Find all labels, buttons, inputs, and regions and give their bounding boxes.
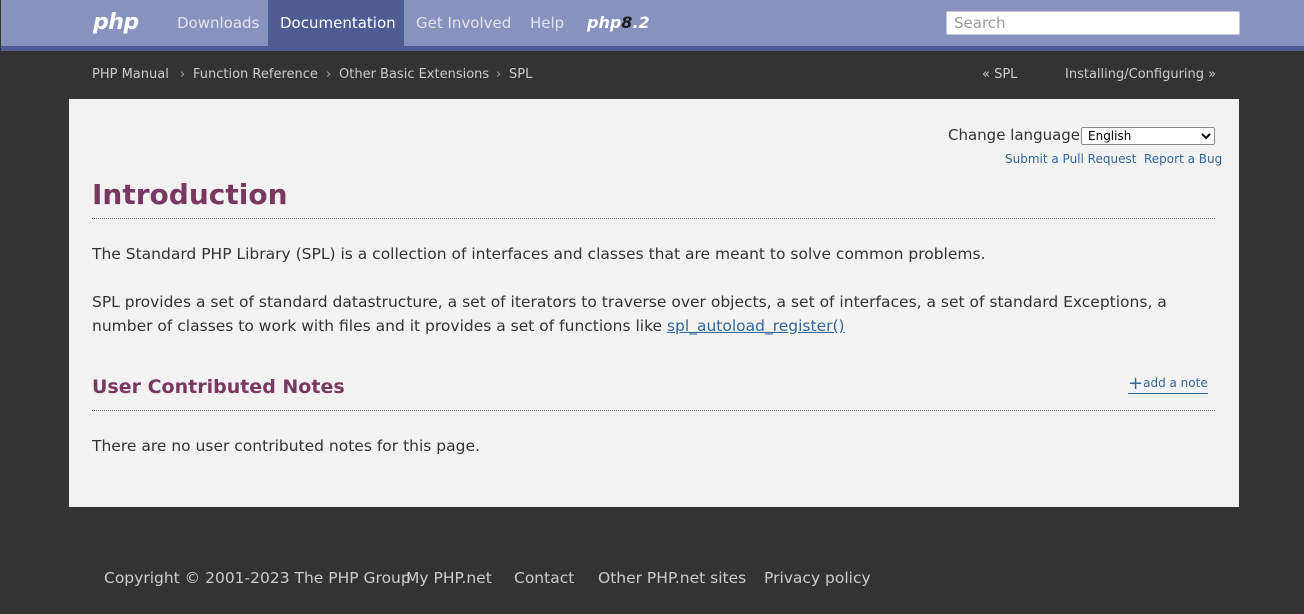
top-navbar: php Downloads Documentation Get Involved… (1, 0, 1304, 51)
search-input[interactable] (946, 11, 1240, 35)
report-bug-link[interactable]: Report a Bug (1144, 151, 1222, 167)
footer-privacy-policy[interactable]: Privacy policy (764, 568, 871, 588)
nav-get-involved[interactable]: Get Involved (404, 0, 523, 46)
php-logo[interactable]: php (93, 8, 139, 38)
breadcrumb-function-reference[interactable]: Function Reference (193, 66, 318, 83)
php-badge-mark: 8 (621, 13, 633, 32)
user-notes-heading: User Contributed Notes (92, 376, 345, 398)
breadcrumb-php-manual[interactable]: PHP Manual (92, 66, 169, 83)
php-badge-text: php (587, 13, 622, 32)
breadcrumb-separator: › (496, 67, 502, 82)
nav-downloads[interactable]: Downloads (165, 0, 271, 46)
prev-page-link[interactable]: « SPL (982, 66, 1017, 83)
breadcrumb-spl[interactable]: SPL (509, 66, 532, 83)
spl-autoload-register-link[interactable]: spl_autoload_register() (667, 317, 845, 335)
footer-other-sites[interactable]: Other PHP.net sites (598, 568, 746, 588)
page-title: Introduction (92, 178, 288, 211)
add-note-label: add a note (1143, 376, 1208, 390)
notes-divider (92, 410, 1215, 411)
spl-description-paragraph: SPL provides a set of standard datastruc… (92, 290, 1202, 338)
intro-paragraph: The Standard PHP Library (SPL) is a coll… (92, 245, 986, 263)
breadcrumb-other-basic-extensions[interactable]: Other Basic Extensions (339, 66, 489, 83)
php-8-2-release-link[interactable]: php8.2 (587, 12, 650, 34)
add-note-link[interactable]: +add a note (1128, 374, 1208, 394)
php-badge-version: .2 (632, 13, 650, 32)
footer-my-phpnet[interactable]: My PHP.net (406, 568, 492, 588)
spl-description-text: SPL provides a set of standard datastruc… (92, 293, 1167, 335)
title-divider (92, 218, 1215, 219)
change-language-label: Change language: (948, 126, 1086, 144)
no-notes-message: There are no user contributed notes for … (92, 437, 480, 455)
breadcrumb-separator: › (326, 67, 332, 82)
submit-pull-request-link[interactable]: Submit a Pull Request (1005, 151, 1136, 167)
footer-contact[interactable]: Contact (514, 568, 574, 588)
nav-help[interactable]: Help (518, 0, 576, 46)
breadcrumb-separator: › (180, 67, 186, 82)
language-select[interactable]: English (1081, 127, 1215, 145)
nav-documentation[interactable]: Documentation (268, 0, 404, 46)
next-page-link[interactable]: Installing/Configuring » (1065, 66, 1216, 83)
footer-copyright[interactable]: Copyright © 2001-2023 The PHP Group (104, 568, 411, 588)
plus-icon: + (1128, 373, 1144, 394)
